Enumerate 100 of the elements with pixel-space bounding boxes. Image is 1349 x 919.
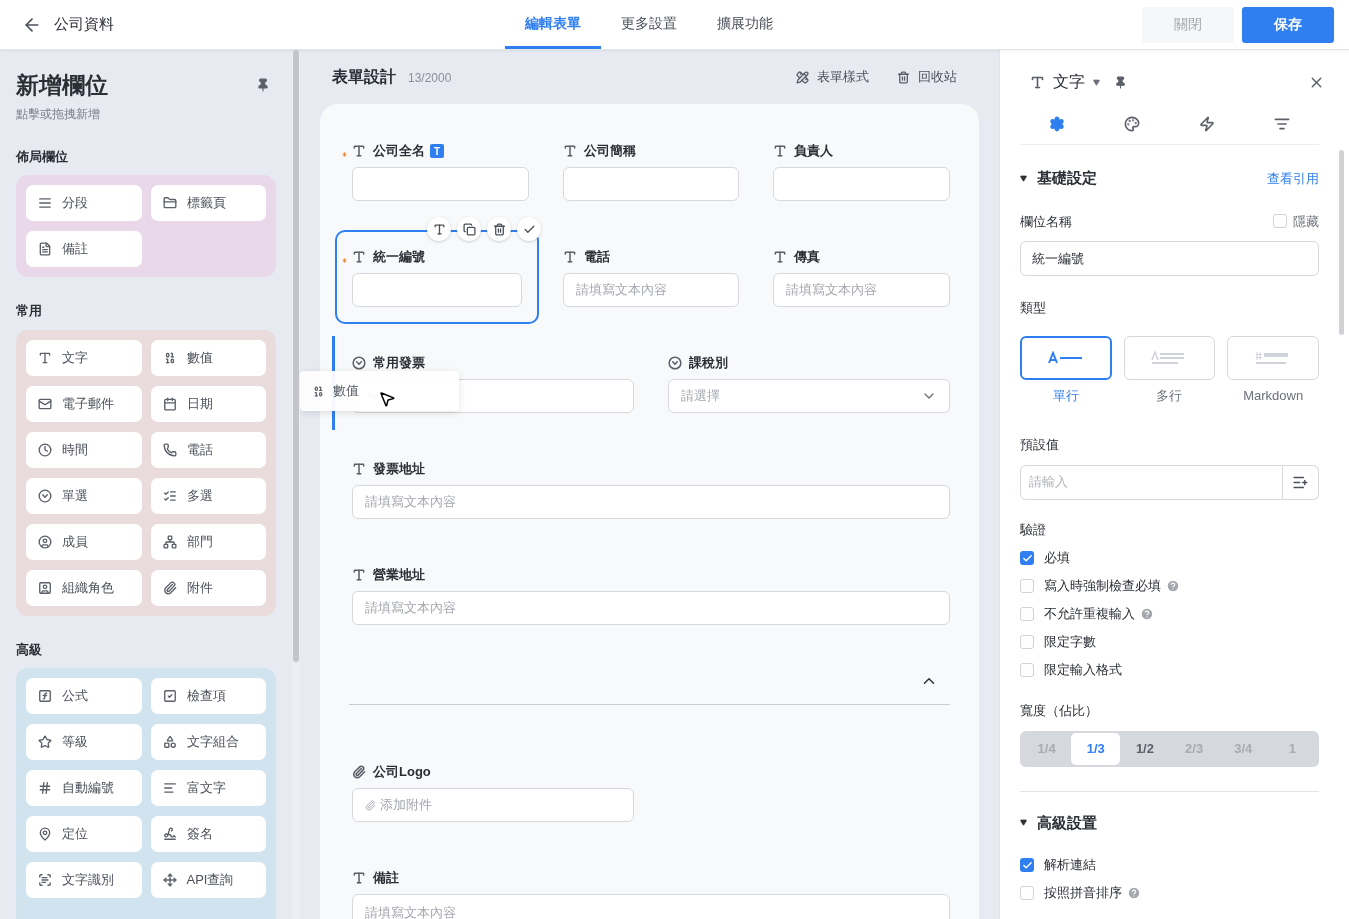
field-type-item[interactable]: 日期 (150, 385, 266, 422)
clock-icon (38, 442, 52, 457)
type-option-label: Markdown (1243, 386, 1304, 405)
checkbox-label: 限定輸入格式 (1044, 661, 1122, 680)
tab[interactable]: 擴展功能 (697, 0, 793, 49)
scrollbar-thumb[interactable] (293, 50, 299, 662)
required-icon (341, 151, 348, 158)
note-icon (38, 242, 52, 256)
field-type-item[interactable]: 多選 (150, 477, 266, 514)
view-references-link[interactable]: 查看引用 (1267, 168, 1319, 188)
drag-preview: 數值 (300, 371, 459, 411)
text-icon (352, 568, 366, 582)
field-type-item[interactable]: 文字組合 (150, 724, 266, 760)
paperclip-icon (162, 580, 177, 595)
dropdown-icon (352, 356, 366, 370)
collapse-caret-icon[interactable] (1020, 174, 1027, 182)
checkbox-icon (162, 689, 177, 703)
checkbox[interactable] (1020, 858, 1034, 872)
field-label: 電話 (583, 248, 610, 267)
width-option[interactable]: 1/3 (1071, 732, 1121, 765)
text-icon (773, 144, 788, 158)
field-type-item[interactable]: 自動編號 (26, 770, 142, 806)
form-style-button[interactable]: 表單樣式 (796, 67, 869, 87)
scrollbar-thumb[interactable] (1339, 150, 1344, 335)
field-name-input[interactable]: 統一編號 (1020, 241, 1319, 276)
badge: T (430, 144, 444, 158)
text-icon (562, 250, 577, 264)
checkbox[interactable] (1273, 214, 1287, 229)
checkbox[interactable] (1020, 635, 1034, 649)
field-type-item[interactable]: 文字 (26, 339, 142, 376)
checkbox-label: 必填 (1044, 549, 1070, 568)
help-icon[interactable] (1127, 886, 1141, 900)
checkbox[interactable] (1020, 579, 1034, 593)
save-button[interactable]: 保存 (1242, 6, 1334, 43)
field-type-item[interactable]: 單選 (26, 477, 142, 514)
id-card-icon (38, 580, 52, 595)
help-icon[interactable] (1140, 607, 1154, 621)
checkbox[interactable] (1020, 551, 1034, 565)
group-title: 佈局欄位 (16, 147, 69, 166)
type-option[interactable] (1020, 335, 1112, 380)
field-type-item[interactable]: 檢查項 (150, 678, 266, 714)
text-tool-icon[interactable] (427, 217, 451, 241)
field-type-item[interactable]: 備註 (26, 231, 142, 267)
pin-icon[interactable] (1114, 75, 1127, 89)
field-type-item[interactable]: 富文字 (150, 770, 266, 806)
palette-icon[interactable] (1124, 116, 1141, 132)
field-type-item[interactable]: 公式 (26, 678, 142, 714)
field-label: 公司全名 (373, 142, 425, 161)
width-option[interactable]: 1/2 (1120, 732, 1170, 765)
pin-icon[interactable] (256, 78, 270, 92)
shapes-icon (162, 735, 177, 749)
sort-icon[interactable] (1273, 116, 1290, 132)
settings-icon[interactable] (1049, 116, 1066, 132)
property-label: 寬度（佔比） (1020, 702, 1099, 720)
field-type-item[interactable]: 組織角色 (26, 569, 142, 606)
field-type-item[interactable]: 電子郵件 (26, 385, 142, 422)
field-label: 營業地址 (373, 566, 425, 585)
collapse-caret-icon[interactable] (1020, 819, 1027, 827)
copy-icon[interactable] (457, 217, 481, 241)
checkbox[interactable] (1020, 663, 1034, 677)
field-type-item[interactable]: 時間 (26, 431, 142, 468)
selected-field-frame[interactable]: 統一編號 (335, 230, 539, 324)
field-type-item[interactable]: 數值 (150, 339, 266, 376)
sidebar-subtitle: 點擊或拖拽新增 (16, 105, 101, 123)
field-type-item[interactable]: 分段 (26, 185, 142, 221)
field-type-selector[interactable]: 文字 (1053, 70, 1085, 94)
checkbox-label: 解析連結 (1044, 856, 1096, 875)
lightning-icon[interactable] (1198, 116, 1215, 132)
field-type-item[interactable]: 成員 (26, 523, 142, 560)
input-field[interactable] (562, 167, 740, 201)
field-type-item[interactable]: API查詢 (150, 862, 266, 898)
text-icon (562, 144, 577, 158)
input-field[interactable] (352, 273, 522, 307)
field-type-item[interactable]: 部門 (150, 523, 266, 560)
check-icon[interactable] (517, 217, 541, 241)
caret-icon[interactable] (1093, 78, 1100, 86)
input-field[interactable] (352, 167, 529, 201)
field-type-item[interactable]: 定位 (26, 816, 142, 852)
insert-button[interactable] (1283, 464, 1319, 500)
help-icon[interactable] (1166, 579, 1180, 593)
field-type-item[interactable]: 標籤頁 (150, 185, 266, 221)
tab[interactable]: 更多設置 (601, 0, 697, 49)
field-label: 備註 (373, 869, 399, 888)
checkbox-label: 不允許重複輸入 (1044, 605, 1135, 624)
hidden-label: 隱藏 (1293, 212, 1319, 231)
input-field[interactable] (773, 167, 950, 201)
delete-icon[interactable] (487, 217, 511, 241)
checkbox[interactable] (1020, 607, 1034, 621)
property-label: 欄位名稱 (1020, 212, 1072, 231)
recycle-bin-button[interactable]: 回收站 (897, 67, 957, 87)
field-type-item[interactable]: 附件 (150, 569, 266, 606)
checkbox[interactable] (1020, 886, 1034, 900)
checklist-icon (162, 488, 177, 503)
field-type-item[interactable]: 電話 (150, 431, 266, 468)
field-type-item[interactable]: 簽名 (150, 816, 266, 852)
field-label: 負責人 (794, 142, 834, 161)
text-icon (352, 462, 366, 476)
dropdown-icon (668, 356, 682, 370)
field-type-item[interactable]: 文字識別 (26, 862, 142, 898)
field-type-item[interactable]: 等級 (26, 724, 142, 760)
